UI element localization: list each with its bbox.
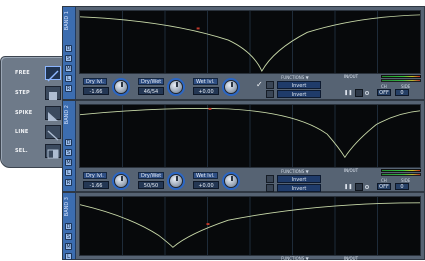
ch-value[interactable]: OFF (377, 183, 391, 190)
dry-level-label: Dry lvl. (83, 78, 107, 85)
inout-label: IN/OUT (344, 256, 359, 261)
side-button-l[interactable]: L (65, 75, 72, 82)
mode-spike-icon[interactable] (45, 106, 61, 121)
side-button-r[interactable]: R (65, 85, 72, 92)
side-button-d[interactable]: D (65, 45, 72, 52)
mode-panel: FREE STEP SPIKE LINE SEL. (0, 56, 70, 168)
invert-button-1[interactable]: Invert (277, 175, 321, 183)
dry-level-knob[interactable] (114, 174, 128, 188)
fx-checkbox-1[interactable] (266, 81, 274, 89)
input-meter (381, 173, 421, 176)
band-module-3: BAND 3 D S M L FUNCTIONS ▼ IN/OUT (62, 192, 425, 261)
envelope-graph-1[interactable] (79, 10, 421, 74)
inout-label: IN/OUT (344, 168, 359, 173)
wet-level-label: Wet lvl. (193, 172, 218, 179)
ch-value[interactable]: OFF (377, 89, 391, 96)
side-button-s[interactable]: S (65, 149, 72, 156)
invert-button-2[interactable]: Invert (277, 90, 321, 98)
wet-level-knob[interactable] (224, 174, 238, 188)
band-strip-1: BAND 1 D S M L R (63, 7, 76, 99)
bypass-toggle[interactable] (355, 183, 363, 191)
mode-free-label: FREE (15, 70, 30, 76)
dry-level-label: Dry lvl. (83, 172, 107, 179)
dry-level-value[interactable]: -1.66 (83, 181, 109, 189)
output-meter (381, 75, 421, 78)
side-button-d[interactable]: D (65, 223, 72, 230)
functions-title[interactable]: FUNCTIONS ▼ (281, 75, 309, 80)
output-meter (381, 169, 421, 172)
dry-wet-value[interactable]: 46/54 (138, 87, 164, 95)
functions-title[interactable]: FUNCTIONS ▼ (281, 169, 309, 174)
fx-checkbox-2[interactable] (266, 184, 274, 192)
side-button-m[interactable]: M (65, 243, 72, 250)
side-button-m[interactable]: M (65, 159, 72, 166)
side-button-l[interactable]: L (65, 253, 72, 260)
inout-label: IN/OUT (344, 74, 359, 79)
status-led (365, 91, 369, 95)
fx-checkbox-1[interactable] (266, 175, 274, 183)
envelope-graph-3[interactable] (79, 196, 421, 256)
invert-button-1[interactable]: Invert (277, 81, 321, 89)
checkmark-icon: ✓ (256, 80, 263, 89)
dry-wet-label: Dry/Wet (138, 78, 165, 85)
dry-wet-knob[interactable] (169, 80, 183, 94)
dry-wet-label: Dry/Wet (138, 172, 165, 179)
dry-wet-knob[interactable] (169, 174, 183, 188)
wet-level-knob[interactable] (224, 80, 238, 94)
dry-level-value[interactable]: -1.66 (83, 87, 109, 95)
side-button-l[interactable]: L (65, 169, 72, 176)
band-module-2: BAND 2 D S M L R Dry lvl. -1.66 Dry/Wet … (62, 100, 425, 192)
status-led (365, 185, 369, 189)
mode-select-icon[interactable] (45, 144, 61, 159)
side-button-s[interactable]: S (65, 233, 72, 240)
functions-title[interactable]: FUNCTIONS ▼ (281, 256, 309, 261)
dry-wet-value[interactable]: 50/50 (138, 181, 164, 189)
band-label: BAND 1 (64, 11, 70, 31)
side-button-s[interactable]: S (65, 55, 72, 62)
wet-level-value[interactable]: +0.00 (193, 87, 219, 95)
band-label: BAND 3 (64, 197, 70, 217)
side-button-r[interactable]: R (65, 179, 72, 186)
mode-step-label: STEP (15, 90, 30, 96)
mode-step-icon[interactable] (45, 86, 61, 100)
pause-icon[interactable]: ❚❚ (344, 184, 354, 190)
pause-icon[interactable]: ❚❚ (344, 90, 354, 96)
wet-level-label: Wet lvl. (193, 78, 218, 85)
side-value[interactable]: 0 (395, 89, 409, 96)
mode-free-icon[interactable] (45, 66, 61, 82)
band-label: BAND 2 (64, 105, 70, 125)
band-module-1: BAND 1 D S M L R Dry lvl. -1.66 Dry/Wet … (62, 6, 425, 100)
mode-select-label: SEL. (15, 148, 28, 154)
mode-line-label: LINE (15, 129, 29, 135)
dry-level-knob[interactable] (114, 80, 128, 94)
invert-button-2[interactable]: Invert (277, 184, 321, 192)
side-button-d[interactable]: D (65, 139, 72, 146)
fx-checkbox-2[interactable] (266, 90, 274, 98)
envelope-graph-2[interactable] (79, 104, 421, 168)
wet-level-value[interactable]: +0.00 (193, 181, 219, 189)
band-strip-2: BAND 2 D S M L R (63, 101, 76, 191)
mode-spike-label: SPIKE (15, 110, 33, 116)
band-strip-3: BAND 3 D S M L (63, 193, 76, 260)
input-meter (381, 79, 421, 82)
mode-line-icon[interactable] (45, 125, 61, 141)
bypass-toggle[interactable] (355, 89, 363, 97)
side-value[interactable]: 0 (395, 183, 409, 190)
side-button-m[interactable]: M (65, 65, 72, 72)
